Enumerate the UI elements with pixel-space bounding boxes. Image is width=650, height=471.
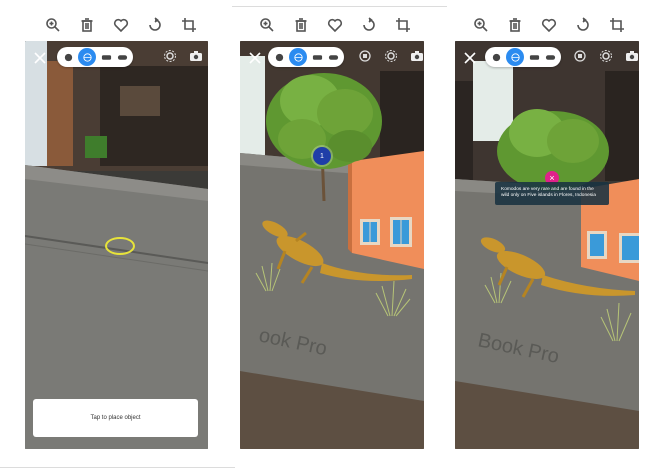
mode-vr-icon[interactable] bbox=[311, 51, 323, 63]
place-object-button[interactable]: Tap to place object bbox=[33, 399, 198, 437]
close-icon[interactable] bbox=[463, 51, 477, 65]
heart-icon[interactable] bbox=[326, 16, 344, 34]
trash-icon[interactable] bbox=[78, 16, 96, 34]
crop-icon[interactable] bbox=[394, 16, 412, 34]
mode-object-icon[interactable] bbox=[62, 51, 74, 63]
settings-icon[interactable] bbox=[599, 49, 613, 63]
mode-object-icon[interactable] bbox=[490, 51, 502, 63]
mode-vr-icon[interactable] bbox=[528, 51, 540, 63]
3d-rotate-icon[interactable] bbox=[573, 49, 587, 63]
info-hotspot[interactable]: 1 bbox=[313, 147, 331, 165]
image-toolbar-1 bbox=[44, 12, 198, 38]
trash-icon[interactable] bbox=[292, 16, 310, 34]
screen-actions bbox=[163, 49, 203, 63]
close-icon[interactable] bbox=[248, 51, 262, 65]
ar-scene: Book Pro bbox=[455, 41, 639, 449]
heart-icon[interactable] bbox=[112, 16, 130, 34]
trash-icon[interactable] bbox=[506, 16, 524, 34]
divider bbox=[232, 6, 447, 7]
mode-selector bbox=[57, 47, 133, 67]
mode-headset-icon[interactable] bbox=[544, 51, 556, 63]
info-popup: Komodos are very rare and are found in t… bbox=[495, 182, 609, 205]
ar-scene: ook Pro bbox=[240, 41, 424, 449]
zoom-in-icon[interactable] bbox=[44, 16, 62, 34]
camera-icon[interactable] bbox=[410, 49, 424, 63]
ar-screen-placement: Tap to place object bbox=[25, 41, 208, 449]
camera-icon[interactable] bbox=[625, 49, 639, 63]
camera-icon[interactable] bbox=[189, 49, 203, 63]
screen-actions bbox=[573, 49, 639, 63]
placement-reticle[interactable] bbox=[105, 237, 135, 255]
rotate-icon[interactable] bbox=[146, 16, 164, 34]
mode-globe-icon[interactable] bbox=[506, 48, 524, 66]
zoom-in-icon[interactable] bbox=[472, 16, 490, 34]
settings-icon[interactable] bbox=[163, 49, 177, 63]
image-toolbar-2 bbox=[258, 12, 412, 38]
mode-selector bbox=[485, 47, 561, 67]
rotate-icon[interactable] bbox=[360, 16, 378, 34]
close-icon[interactable] bbox=[33, 51, 47, 65]
ar-screen-placed-objects: ook Pro 1 bbox=[240, 41, 424, 449]
settings-icon[interactable] bbox=[384, 49, 398, 63]
image-toolbar-3 bbox=[472, 12, 626, 38]
mode-selector bbox=[268, 47, 344, 67]
rotate-icon[interactable] bbox=[574, 16, 592, 34]
3d-rotate-icon[interactable] bbox=[358, 49, 372, 63]
mode-globe-icon[interactable] bbox=[78, 48, 96, 66]
zoom-in-icon[interactable] bbox=[258, 16, 276, 34]
mode-vr-icon[interactable] bbox=[100, 51, 112, 63]
crop-icon[interactable] bbox=[180, 16, 198, 34]
divider bbox=[0, 467, 235, 468]
heart-icon[interactable] bbox=[540, 16, 558, 34]
crop-icon[interactable] bbox=[608, 16, 626, 34]
mode-headset-icon[interactable] bbox=[327, 51, 339, 63]
mode-globe-icon[interactable] bbox=[289, 48, 307, 66]
screen-actions bbox=[358, 49, 424, 63]
mode-object-icon[interactable] bbox=[273, 51, 285, 63]
ar-screen-info-popup: Book Pro × Komodos are very rare and are… bbox=[455, 41, 639, 449]
building-model[interactable] bbox=[348, 151, 424, 269]
mode-headset-icon[interactable] bbox=[116, 51, 128, 63]
